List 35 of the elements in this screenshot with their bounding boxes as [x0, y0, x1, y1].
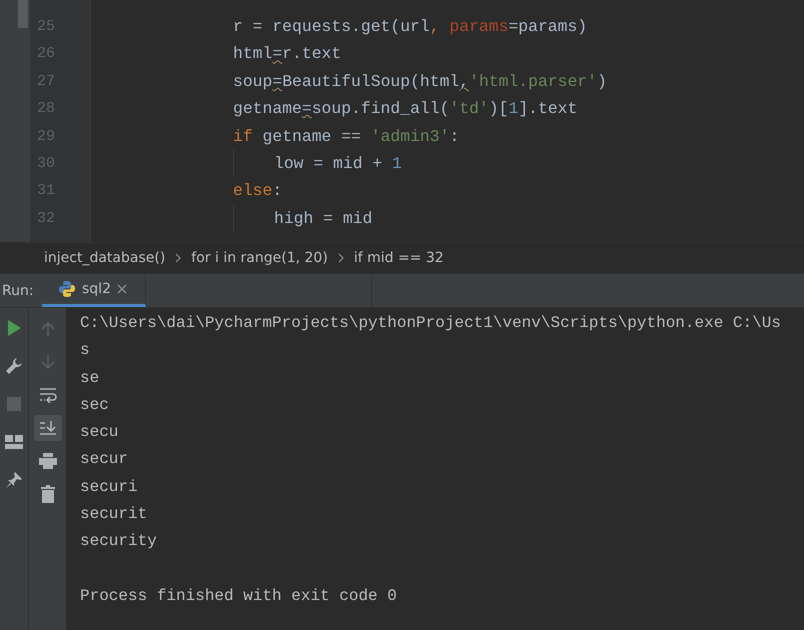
python-icon — [58, 280, 76, 298]
console-output: sec — [80, 394, 110, 416]
console-output: s — [80, 340, 91, 362]
run-label: Run: — [1, 282, 35, 300]
layout-icon[interactable] — [5, 435, 23, 449]
printer-icon[interactable] — [38, 453, 56, 469]
chevron-icon — [175, 253, 182, 263]
code-line: r = requests.get(url, params=params) — [233, 16, 588, 38]
pin-icon[interactable] — [5, 471, 23, 489]
console-output: secu — [80, 422, 120, 444]
console-output: se — [80, 368, 100, 389]
wrench-icon[interactable] — [5, 357, 23, 375]
scrollbar-thumb[interactable] — [18, 0, 28, 28]
console-output: securit — [80, 504, 148, 526]
run-icon[interactable] — [6, 319, 22, 337]
exit-message: Process finished with exit code 0 — [80, 586, 398, 607]
code-line: if getname == 'admin3': — [233, 126, 460, 148]
chevron-icon — [338, 253, 344, 263]
code-line: getname=soup.find_all('td')[1].text — [233, 98, 578, 120]
code-line: low = mid + 1 — [274, 152, 402, 175]
console-command: C:\Users\dai\PycharmProjects\pythonProject1\venv\Scripts\python.exe C:\Us — [80, 313, 782, 334]
close-icon[interactable] — [116, 284, 127, 294]
breadcrumb[interactable]: inject_database() — [44, 250, 166, 266]
breadcrumb[interactable]: for i in range(1, 20) — [191, 250, 328, 266]
console-output: securi — [80, 476, 139, 498]
console-output: security — [80, 531, 158, 552]
console-output: secur — [80, 449, 130, 470]
code-line: high = mid — [274, 208, 372, 230]
trash-icon[interactable] — [40, 485, 54, 503]
code-line: else: — [233, 180, 282, 202]
code-line: html=r.text — [233, 43, 342, 66]
soft-wrap-icon[interactable] — [38, 387, 56, 403]
breadcrumb[interactable]: if mid == 32 — [354, 250, 444, 266]
code-line: soup=BeautifulSoup(html,'html.parser') — [233, 70, 607, 93]
scroll-to-end-icon[interactable] — [38, 420, 56, 436]
